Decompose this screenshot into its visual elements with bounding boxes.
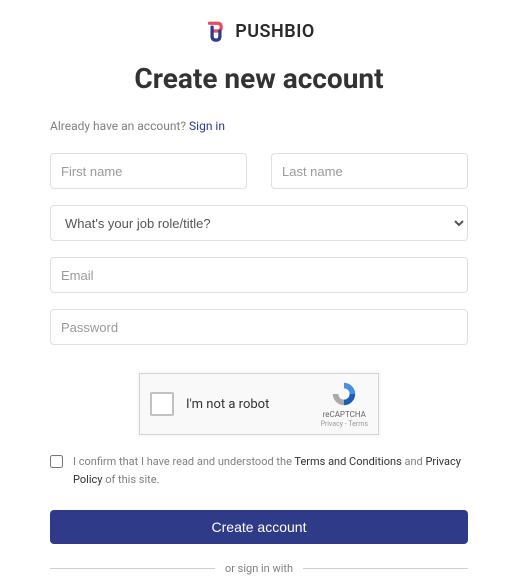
recaptcha-icon: [330, 380, 358, 408]
social-signin-divider: or sign in with: [50, 562, 468, 575]
pushbio-logo-icon: [203, 18, 229, 44]
first-name-field[interactable]: [50, 153, 247, 189]
create-account-button[interactable]: Create account: [50, 510, 468, 544]
password-field[interactable]: [50, 309, 468, 345]
consent-checkbox[interactable]: [50, 455, 63, 468]
brand-logo: PUSHBIO: [50, 18, 468, 44]
terms-link[interactable]: Terms and Conditions: [294, 455, 401, 468]
signin-prompt-text: Already have an account?: [50, 119, 189, 133]
recaptcha-widget: I'm not a robot reCAPTCHA Privacy - Term…: [50, 373, 468, 435]
email-field[interactable]: [50, 257, 468, 293]
last-name-field[interactable]: [271, 153, 468, 189]
job-role-select[interactable]: What's your job role/title?: [50, 205, 468, 241]
recaptcha-label: I'm not a robot: [186, 397, 320, 412]
consent-text: I confirm that I have read and understoo…: [73, 453, 468, 488]
signin-prompt: Already have an account? Sign in: [50, 119, 468, 133]
signin-link[interactable]: Sign in: [189, 119, 225, 133]
page-title: Create new account: [50, 62, 468, 95]
recaptcha-checkbox[interactable]: [150, 392, 174, 416]
recaptcha-branding: reCAPTCHA Privacy - Terms: [320, 380, 368, 428]
brand-name: PUSHBIO: [235, 21, 315, 42]
